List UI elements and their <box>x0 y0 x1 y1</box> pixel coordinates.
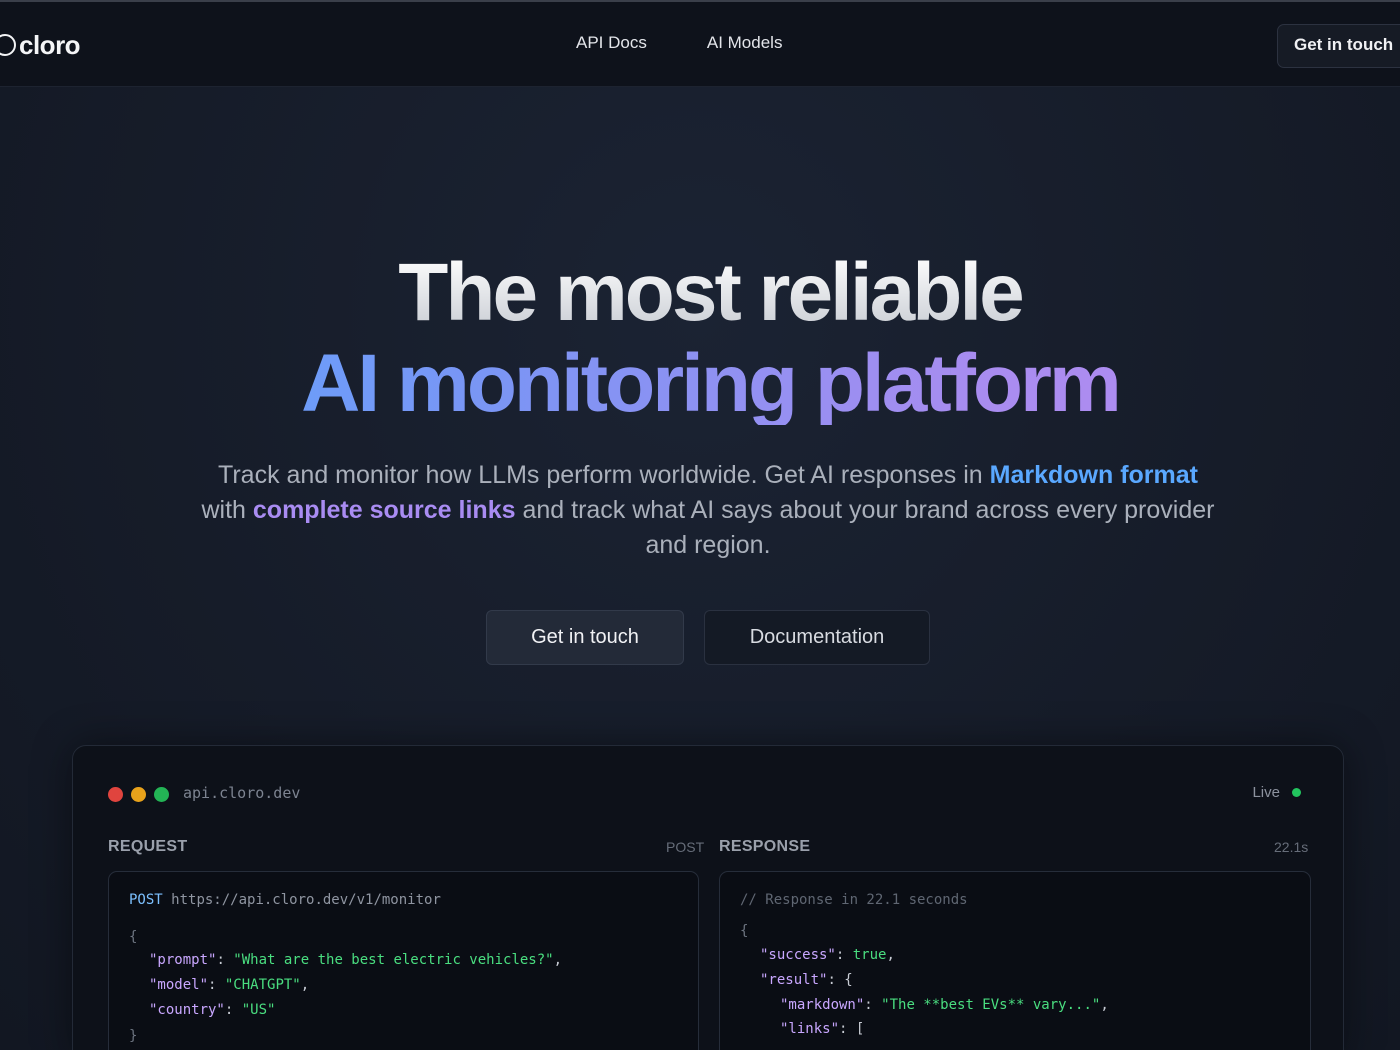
field-key: "prompt" <box>149 952 217 968</box>
success-key: "success" <box>760 947 836 963</box>
response-links-line: "links": [ <box>780 1021 865 1037</box>
field-key: "country" <box>149 1002 225 1018</box>
maximize-dot-icon <box>154 787 169 802</box>
field-sep: , <box>553 952 563 968</box>
response-code-panel: // Response in 22.1 seconds { "success":… <box>719 871 1311 1050</box>
response-comment: // Response in 22.1 seconds <box>740 892 968 908</box>
subtitle-text-3: and track what AI says about your brand … <box>515 496 1215 559</box>
page: cloro API Docs AI Models Get in touch Th… <box>0 0 1400 1050</box>
logo-text: cloro <box>19 29 81 60</box>
links-key: "links" <box>780 1021 840 1037</box>
request-open-brace: { <box>129 929 138 945</box>
window-controls <box>108 787 169 802</box>
subtitle-highlight-source-links: complete source links <box>252 496 516 524</box>
field-sep: , <box>300 977 310 993</box>
success-value: true <box>852 947 887 963</box>
minimize-dot-icon <box>131 787 146 802</box>
response-markdown-line: "markdown": "The **best EVs** vary...", <box>780 997 1109 1013</box>
request-close-brace: } <box>129 1028 138 1044</box>
demo-url: api.cloro.dev <box>183 784 301 802</box>
response-result-line: "result": { <box>760 972 853 988</box>
hero-get-in-touch-button[interactable]: Get in touch <box>486 610 684 665</box>
nav-link-api-docs[interactable]: API Docs <box>576 33 647 53</box>
response-time: 22.1s <box>1274 839 1309 855</box>
request-line: POST https://api.cloro.dev/v1/monitor <box>129 892 441 908</box>
field-value: "What are the best electric vehicles?" <box>233 952 554 968</box>
markdown-key: "markdown" <box>780 997 865 1013</box>
logo[interactable]: cloro <box>0 29 81 61</box>
live-status: Live <box>1252 784 1301 801</box>
close-dot-icon <box>108 787 123 802</box>
hero-subtitle: Track and monitor how LLMs perform world… <box>200 458 1216 563</box>
response-success-line: "success": true, <box>760 947 895 963</box>
hero-documentation-button[interactable]: Documentation <box>704 610 930 665</box>
nav-link-ai-models[interactable]: AI Models <box>707 33 783 53</box>
hero-title-line1: The most reliable <box>10 252 1400 334</box>
site-header: cloro API Docs AI Models Get in touch <box>0 2 1400 87</box>
markdown-value: "The **best EVs** vary..." <box>881 997 1101 1013</box>
field-value: "US" <box>241 1002 276 1018</box>
api-demo-card: api.cloro.dev Live REQUEST POST RESPONSE… <box>72 745 1344 1050</box>
live-label: Live <box>1252 784 1280 801</box>
http-method: POST <box>129 892 163 908</box>
subtitle-text-1: Track and monitor how LLMs perform world… <box>218 461 990 489</box>
request-method: POST <box>666 839 705 855</box>
header-get-in-touch-button[interactable]: Get in touch <box>1277 24 1400 68</box>
request-field: "prompt": "What are the best electric ve… <box>149 952 563 968</box>
field-value: "CHATGPT" <box>224 977 301 993</box>
subtitle-highlight-markdown: Markdown format <box>989 461 1198 489</box>
logo-mark-icon <box>0 34 16 56</box>
request-field: "model": "CHATGPT", <box>149 977 310 993</box>
main-nav: API Docs AI Models <box>576 33 782 53</box>
request-label: REQUEST <box>108 838 188 855</box>
response-open-brace: { <box>740 923 749 939</box>
live-dot-icon <box>1292 788 1301 797</box>
field-key: "model" <box>149 977 209 993</box>
endpoint-url: https://api.cloro.dev/v1/monitor <box>171 892 441 908</box>
hero-title-line2: AI monitoring platform <box>10 343 1400 425</box>
request-field: "country": "US" <box>149 1002 276 1018</box>
request-code-panel: POST https://api.cloro.dev/v1/monitor { … <box>108 871 699 1050</box>
subtitle-text-2: with <box>201 496 253 524</box>
response-label: RESPONSE <box>719 838 811 855</box>
result-key: "result" <box>760 972 828 988</box>
